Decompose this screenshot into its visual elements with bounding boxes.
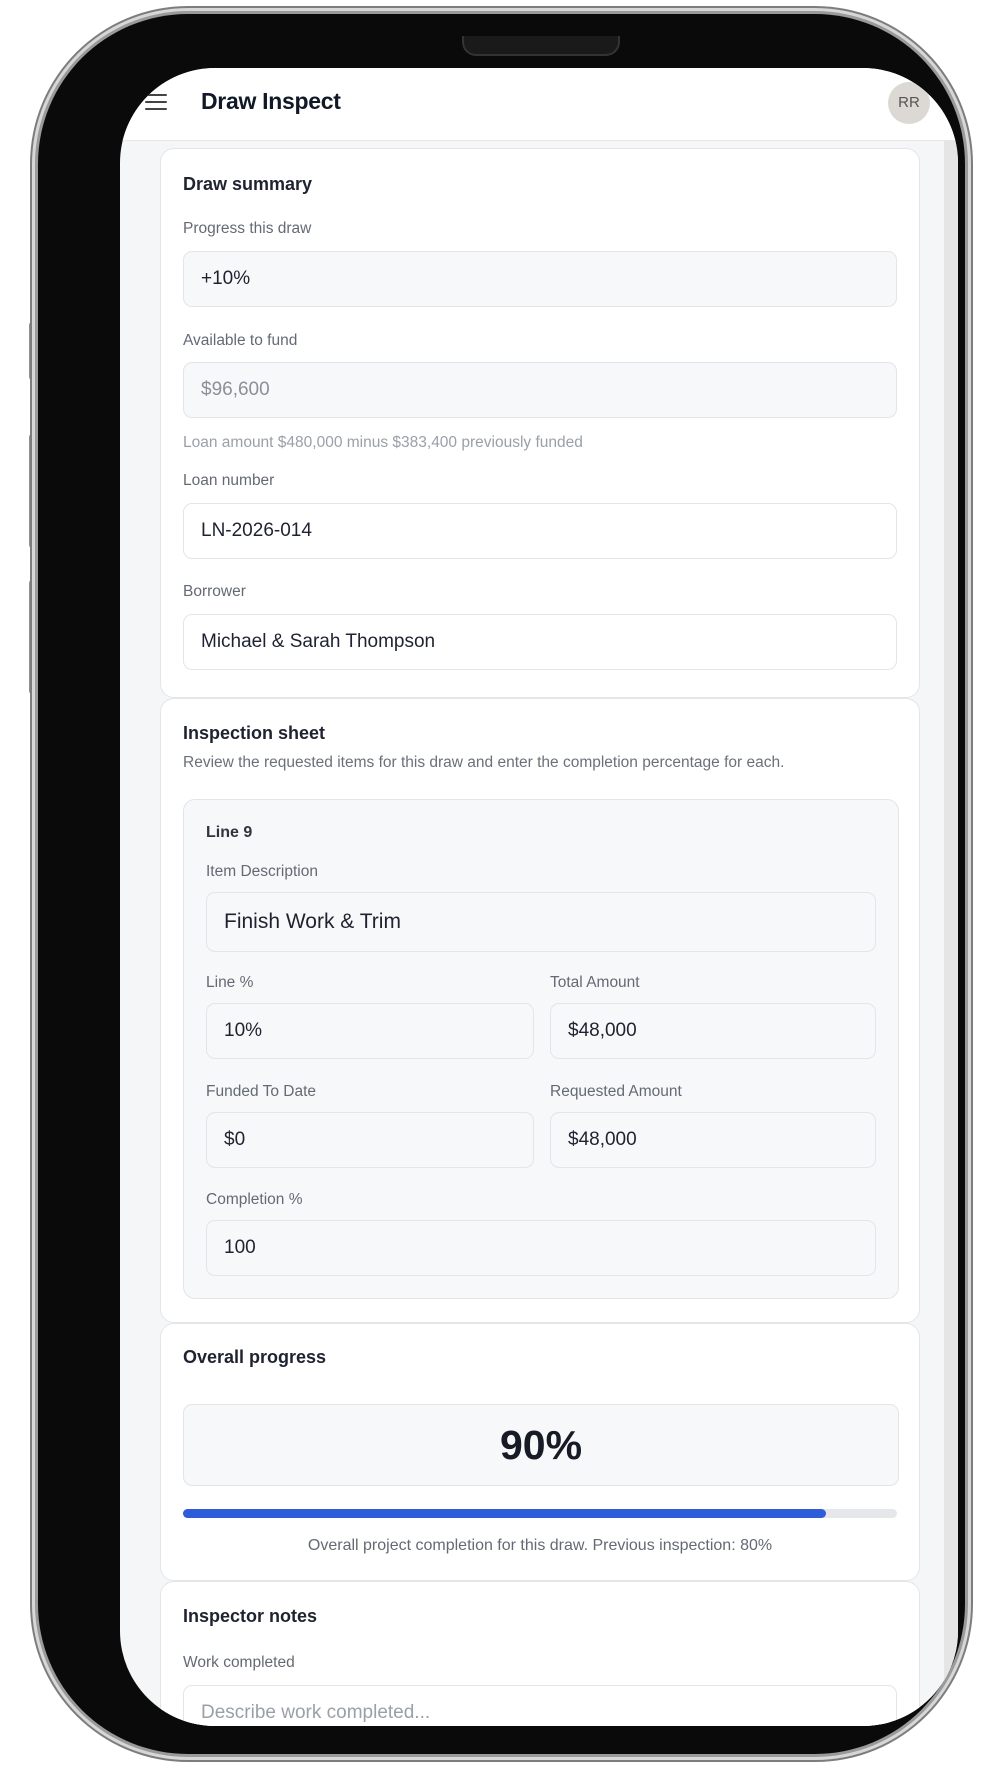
- total-amount-label: Total Amount: [550, 974, 640, 991]
- hamburger-menu-icon[interactable]: [145, 94, 167, 110]
- work-completed-label: Work completed: [183, 1654, 295, 1671]
- overall-progress-bar-fill: [183, 1509, 826, 1518]
- funded-to-date-field[interactable]: $0: [206, 1112, 534, 1168]
- completion-pct-input[interactable]: 100: [206, 1220, 876, 1276]
- mute-switch: [29, 322, 35, 380]
- inspection-sheet-card: Inspection sheet Review the requested it…: [160, 698, 920, 1323]
- work-completed-textarea[interactable]: Describe work completed...: [183, 1685, 897, 1726]
- draw-summary-card: Draw summary Progress this draw +10% Ava…: [160, 148, 920, 698]
- inspection-sheet-title: Inspection sheet: [183, 723, 326, 743]
- user-avatar[interactable]: RR: [888, 82, 930, 124]
- borrower-label: Borrower: [183, 583, 246, 600]
- item-description-label: Item Description: [206, 863, 318, 880]
- app-header: Draw Inspect RR: [120, 68, 958, 141]
- overall-progress-title: Overall progress: [183, 1347, 327, 1367]
- inspector-notes-card: Inspector notes Work completed Describe …: [160, 1581, 920, 1726]
- loan-number-field[interactable]: LN-2026-014: [183, 503, 897, 559]
- volume-down-button: [29, 580, 35, 694]
- completion-pct-label: Completion %: [206, 1191, 303, 1208]
- available-to-fund-field[interactable]: $96,600: [183, 362, 897, 418]
- volume-up-button: [29, 434, 35, 548]
- draw-summary-title: Draw summary: [183, 174, 313, 194]
- overall-progress-percent: 90%: [183, 1404, 899, 1486]
- line-item-title: Line 9: [206, 824, 253, 841]
- overall-progress-bar: [183, 1509, 897, 1518]
- loan-number-label: Loan number: [183, 472, 275, 489]
- app-title: Draw Inspect: [201, 88, 341, 114]
- phone-frame: Draw summary Progress this draw +10% Ava…: [38, 14, 965, 1754]
- requested-amount-label: Requested Amount: [550, 1083, 682, 1100]
- funded-to-date-label: Funded To Date: [206, 1083, 317, 1100]
- available-to-fund-hint: Loan amount $480,000 minus $383,400 prev…: [183, 434, 583, 451]
- item-description-field[interactable]: Finish Work & Trim: [206, 892, 876, 952]
- available-to-fund-label: Available to fund: [183, 332, 298, 349]
- progress-this-draw-label: Progress this draw: [183, 220, 312, 237]
- inspector-notes-title: Inspector notes: [183, 1606, 318, 1626]
- line-pct-field[interactable]: 10%: [206, 1003, 534, 1059]
- speaker-notch: [462, 36, 620, 56]
- inspection-sheet-description: Review the requested items for this draw…: [183, 754, 785, 771]
- line-item-card: Line 9 Item Description Finish Work & Tr…: [183, 799, 899, 1299]
- borrower-field[interactable]: Michael & Sarah Thompson: [183, 614, 897, 670]
- requested-amount-field[interactable]: $48,000: [550, 1112, 876, 1168]
- overall-progress-caption: Overall project completion for this draw…: [307, 1537, 773, 1554]
- total-amount-field[interactable]: $48,000: [550, 1003, 876, 1059]
- scrollbar[interactable]: [944, 141, 958, 1726]
- app-screen: Draw summary Progress this draw +10% Ava…: [120, 68, 958, 1726]
- overall-progress-card: Overall progress 90% Overall project com…: [160, 1323, 920, 1581]
- progress-this-draw-field[interactable]: +10%: [183, 251, 897, 307]
- line-pct-label: Line %: [206, 974, 254, 991]
